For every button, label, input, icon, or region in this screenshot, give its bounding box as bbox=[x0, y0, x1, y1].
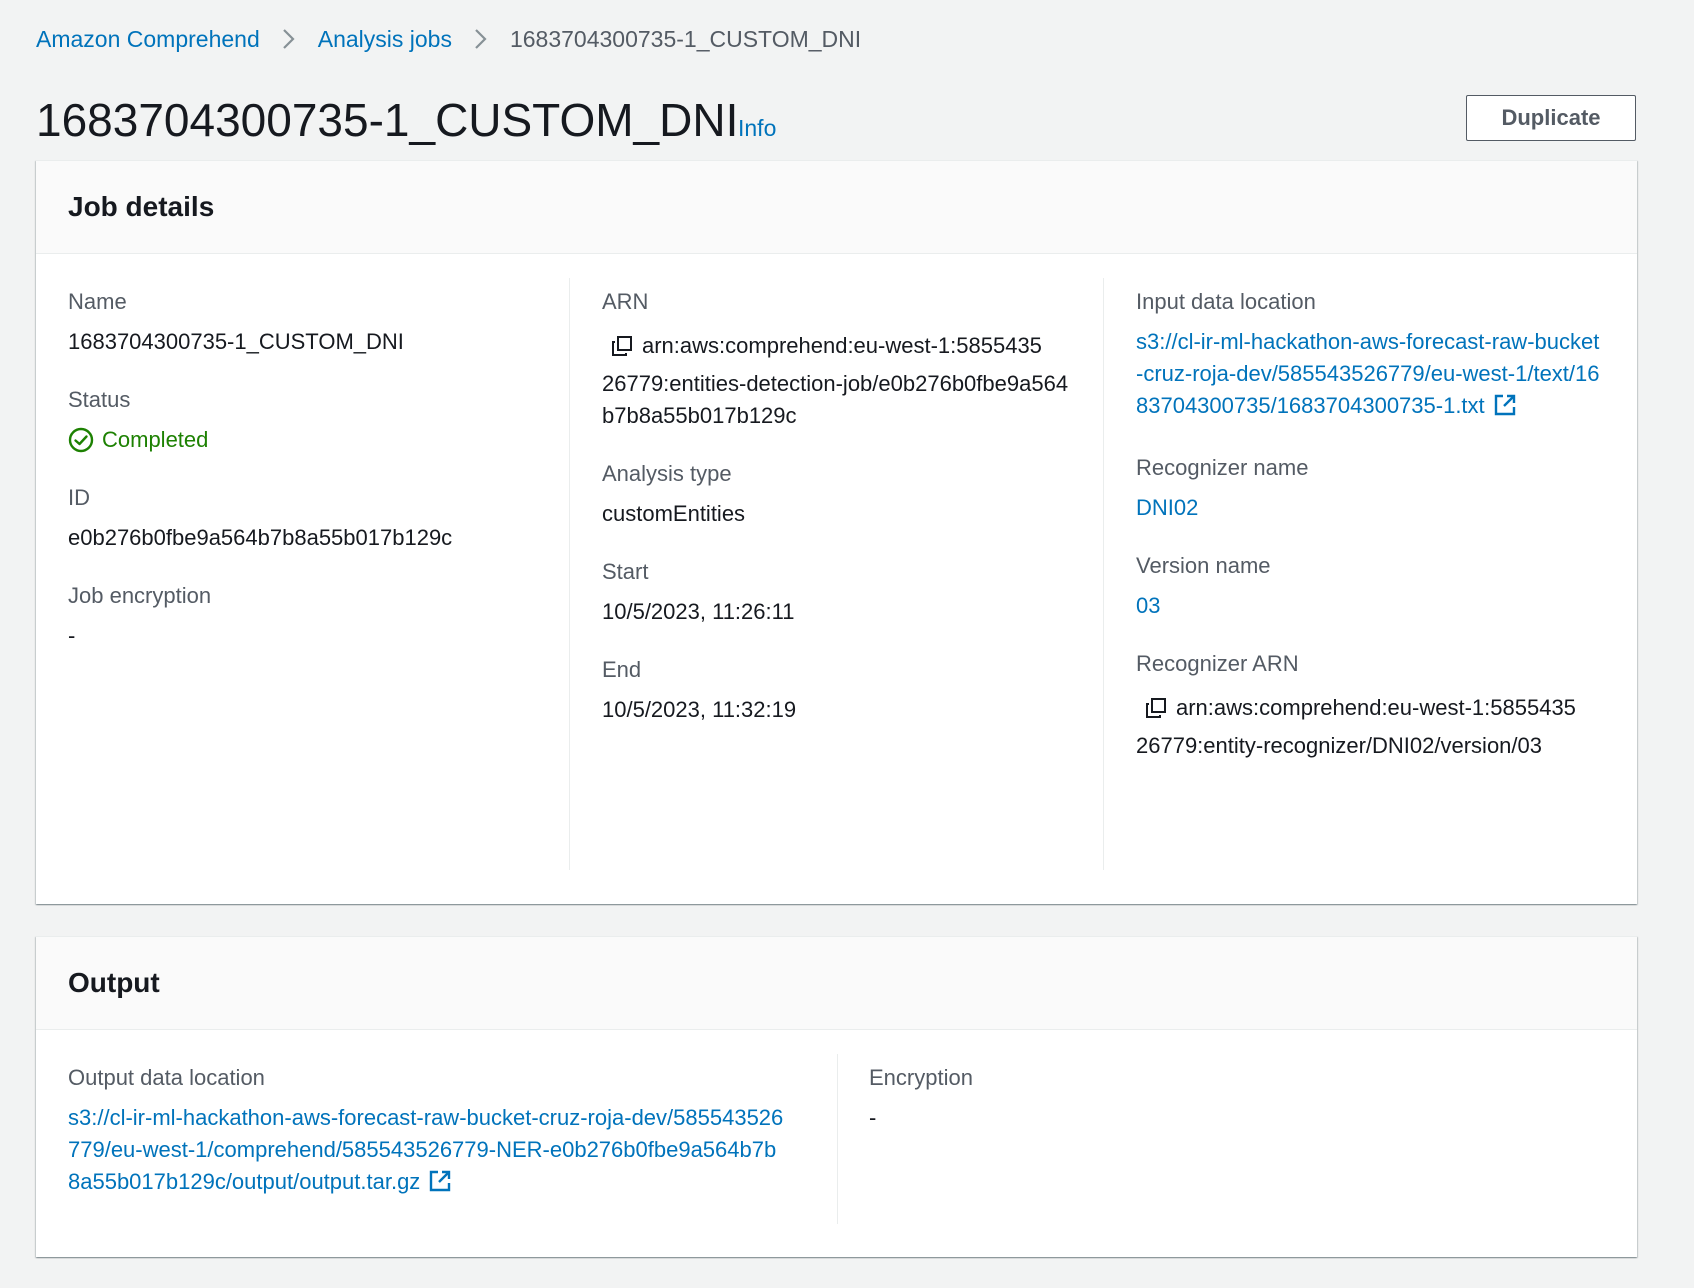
status-success-icon bbox=[68, 427, 94, 453]
start-value: 10/5/2023, 11:26:11 bbox=[602, 599, 795, 624]
output-header: Output bbox=[36, 937, 1637, 1030]
input-location-field: Input data location s3://cl-ir-ml-hackat… bbox=[1136, 286, 1606, 426]
job-encryption-value: - bbox=[68, 623, 76, 648]
arn-label: ARN bbox=[602, 289, 649, 314]
status-badge: Completed bbox=[68, 424, 548, 456]
info-link[interactable]: Info bbox=[738, 112, 776, 144]
chevron-right-icon bbox=[260, 22, 318, 56]
external-link-icon bbox=[1493, 393, 1517, 426]
recognizer-name-link[interactable]: DNI02 bbox=[1136, 492, 1606, 524]
job-details-column-1: Name 1683704300735-1_CUSTOM_DNI Status C… bbox=[68, 278, 548, 678]
arn-field: ARN arn:aws:comprehend:eu-west-1:5855435… bbox=[602, 286, 1072, 432]
recognizer-arn-label: Recognizer ARN bbox=[1136, 651, 1299, 676]
copy-icon[interactable] bbox=[602, 330, 642, 362]
output-location-label: Output data location bbox=[68, 1065, 265, 1090]
output-container: Output Output data location s3://cl-ir-m… bbox=[36, 936, 1637, 1257]
breadcrumb-link-analysis-jobs[interactable]: Analysis jobs bbox=[318, 22, 452, 56]
job-encryption-label: Job encryption bbox=[68, 583, 212, 608]
arn-first-line: arn:aws:comprehend:eu-west-1:5855435 bbox=[602, 330, 1072, 362]
output-location-field: Output data location s3://cl-ir-ml-hacka… bbox=[68, 1062, 788, 1202]
page-title: 1683704300735-1_CUSTOM_DNI bbox=[36, 94, 739, 146]
end-value: 10/5/2023, 11:32:19 bbox=[602, 697, 797, 722]
output-title: Output bbox=[68, 967, 160, 998]
analysis-type-label: Analysis type bbox=[602, 461, 732, 486]
name-value: 1683704300735-1_CUSTOM_DNI bbox=[68, 329, 404, 354]
analysis-type-field: Analysis type customEntities bbox=[602, 458, 1072, 530]
analysis-type-value: customEntities bbox=[602, 501, 746, 526]
status-value: Completed bbox=[102, 427, 209, 452]
column-divider bbox=[837, 1054, 838, 1224]
copy-icon[interactable] bbox=[1136, 692, 1176, 724]
output-location-value[interactable]: s3://cl-ir-ml-hackathon-aws-forecast-raw… bbox=[68, 1105, 783, 1194]
name-label: Name bbox=[68, 289, 127, 314]
column-divider bbox=[569, 278, 570, 870]
external-link-icon bbox=[428, 1169, 452, 1202]
page-header: 1683704300735-1_CUSTOM_DNI Info Duplicat… bbox=[36, 92, 1636, 158]
status-field: Status Completed bbox=[68, 384, 548, 456]
output-column-2: Encryption - bbox=[869, 1054, 1569, 1160]
start-field: Start 10/5/2023, 11:26:11 bbox=[602, 556, 1072, 628]
chevron-right-icon bbox=[452, 22, 510, 56]
version-name-field: Version name 03 bbox=[1136, 550, 1606, 622]
output-encryption-value: - bbox=[869, 1105, 877, 1130]
breadcrumb-link-amazon-comprehend[interactable]: Amazon Comprehend bbox=[36, 22, 260, 56]
recognizer-arn-value-line-1: arn:aws:comprehend:eu-west-1:5855435 bbox=[1176, 695, 1576, 720]
recognizer-name-label: Recognizer name bbox=[1136, 455, 1309, 480]
job-encryption-field: Job encryption - bbox=[68, 580, 548, 652]
job-details-column-3: Input data location s3://cl-ir-ml-hackat… bbox=[1136, 278, 1606, 788]
recognizer-arn-first-line: arn:aws:comprehend:eu-west-1:5855435 bbox=[1136, 692, 1606, 724]
id-value: e0b276b0fbe9a564b7b8a55b017b129c bbox=[68, 525, 453, 550]
recognizer-name-field: Recognizer name DNI02 bbox=[1136, 452, 1606, 524]
id-field: ID e0b276b0fbe9a564b7b8a55b017b129c bbox=[68, 482, 548, 554]
status-label: Status bbox=[68, 387, 131, 412]
start-label: Start bbox=[602, 559, 649, 584]
duplicate-button[interactable]: Duplicate bbox=[1466, 95, 1636, 141]
version-name-label: Version name bbox=[1136, 553, 1271, 578]
name-field: Name 1683704300735-1_CUSTOM_DNI bbox=[68, 286, 548, 358]
output-encryption-label: Encryption bbox=[869, 1065, 973, 1090]
input-location-link[interactable]: s3://cl-ir-ml-hackathon-aws-forecast-raw… bbox=[1136, 326, 1606, 426]
arn-value-line-2: 26779:entities-detection-job/e0b276b0fbe… bbox=[602, 371, 1069, 428]
output-encryption-field: Encryption - bbox=[869, 1062, 1569, 1134]
end-field: End 10/5/2023, 11:32:19 bbox=[602, 654, 1072, 726]
input-location-label: Input data location bbox=[1136, 289, 1316, 314]
job-details-header: Job details bbox=[36, 161, 1637, 254]
version-name-link[interactable]: 03 bbox=[1136, 590, 1606, 622]
recognizer-arn-field: Recognizer ARN arn:aws:comprehend:eu-wes… bbox=[1136, 648, 1606, 762]
breadcrumb: Amazon Comprehend Analysis jobs 16837043… bbox=[36, 22, 861, 56]
output-body: Output data location s3://cl-ir-ml-hacka… bbox=[36, 1030, 1637, 1257]
arn-value-line-1: arn:aws:comprehend:eu-west-1:5855435 bbox=[642, 333, 1042, 358]
job-details-body: Name 1683704300735-1_CUSTOM_DNI Status C… bbox=[36, 254, 1637, 904]
input-location-value[interactable]: s3://cl-ir-ml-hackathon-aws-forecast-raw… bbox=[1136, 329, 1600, 418]
column-divider bbox=[1103, 278, 1104, 870]
end-label: End bbox=[602, 657, 642, 682]
job-details-container: Job details Name 1683704300735-1_CUSTOM_… bbox=[36, 160, 1637, 904]
job-details-column-2: ARN arn:aws:comprehend:eu-west-1:5855435… bbox=[602, 278, 1072, 752]
breadcrumb-current: 1683704300735-1_CUSTOM_DNI bbox=[509, 26, 862, 52]
id-label: ID bbox=[68, 485, 90, 510]
recognizer-arn-value-line-2: 26779:entity-recognizer/DNI02/version/03 bbox=[1136, 733, 1543, 758]
output-column-1: Output data location s3://cl-ir-ml-hacka… bbox=[68, 1054, 788, 1228]
job-details-title: Job details bbox=[68, 191, 215, 222]
output-location-link[interactable]: s3://cl-ir-ml-hackathon-aws-forecast-raw… bbox=[68, 1102, 788, 1202]
